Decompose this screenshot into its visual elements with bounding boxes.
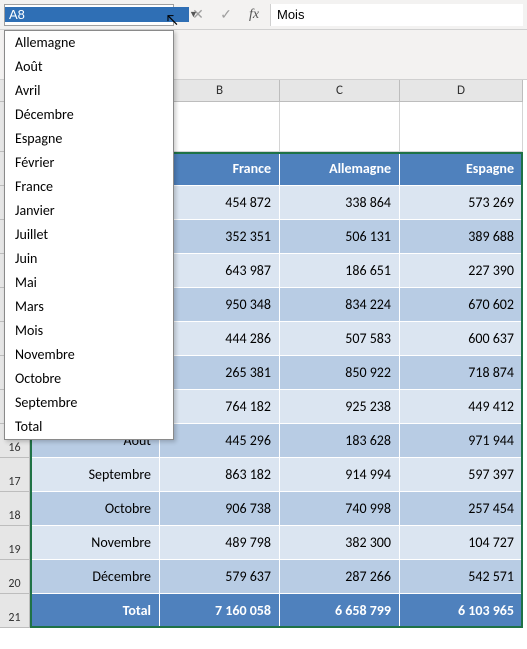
cell[interactable]: 764 182 xyxy=(160,390,280,424)
cell[interactable]: 597 397 xyxy=(400,458,523,492)
cell[interactable]: Allemagne xyxy=(280,152,400,186)
cell[interactable]: 925 238 xyxy=(280,390,400,424)
cell[interactable]: France xyxy=(160,152,280,186)
dropdown-item[interactable]: Janvier xyxy=(5,199,173,223)
row-header[interactable]: 21 xyxy=(0,594,30,628)
cell[interactable]: Septembre xyxy=(30,458,160,492)
name-box-dropdown-arrow[interactable]: ▼ xyxy=(189,9,198,20)
row-header[interactable]: 20 xyxy=(0,560,30,594)
dropdown-item[interactable]: Mois xyxy=(5,319,173,343)
cell[interactable]: 183 628 xyxy=(280,424,400,458)
dropdown-item[interactable]: Allemagne xyxy=(5,31,173,55)
formula-confirm-button: ✓ xyxy=(218,6,234,23)
cell[interactable] xyxy=(160,102,280,152)
cell[interactable]: 6 103 965 xyxy=(400,594,523,628)
cell[interactable]: 950 348 xyxy=(160,288,280,322)
cell[interactable]: 573 269 xyxy=(400,186,523,220)
dropdown-item[interactable]: Mai xyxy=(5,271,173,295)
fx-button[interactable]: fx xyxy=(246,7,262,23)
dropdown-item[interactable]: Avril xyxy=(5,79,173,103)
cell[interactable]: 906 738 xyxy=(160,492,280,526)
cell[interactable]: 265 381 xyxy=(160,356,280,390)
cell[interactable]: 104 727 xyxy=(400,526,523,560)
name-box-input[interactable] xyxy=(5,7,189,22)
cell[interactable] xyxy=(400,102,523,152)
table-row: 19Novembre489 798382 300104 727 xyxy=(0,526,527,560)
formula-bar-input[interactable] xyxy=(270,4,523,26)
cell[interactable]: 670 602 xyxy=(400,288,523,322)
dropdown-item[interactable]: Octobre xyxy=(5,367,173,391)
cell[interactable]: 257 454 xyxy=(400,492,523,526)
cell[interactable]: 489 798 xyxy=(160,526,280,560)
col-header-c[interactable]: C xyxy=(280,80,400,102)
dropdown-item[interactable]: Mars xyxy=(5,295,173,319)
cell[interactable] xyxy=(280,102,400,152)
col-header-b[interactable]: B xyxy=(160,80,280,102)
cell[interactable]: 445 296 xyxy=(160,424,280,458)
dropdown-item[interactable]: Juin xyxy=(5,247,173,271)
cell[interactable]: 227 390 xyxy=(400,254,523,288)
cell[interactable]: 850 922 xyxy=(280,356,400,390)
cell[interactable]: 454 872 xyxy=(160,186,280,220)
row-header[interactable]: 17 xyxy=(0,458,30,492)
cell[interactable]: 643 987 xyxy=(160,254,280,288)
cell[interactable]: 579 637 xyxy=(160,560,280,594)
cell[interactable]: Total xyxy=(30,594,160,628)
cell[interactable]: 506 131 xyxy=(280,220,400,254)
cell[interactable]: 834 224 xyxy=(280,288,400,322)
table-row: 21Total7 160 0586 658 7996 103 965 xyxy=(0,594,527,628)
cell[interactable]: 338 864 xyxy=(280,186,400,220)
cell[interactable]: 542 571 xyxy=(400,560,523,594)
cell[interactable]: 600 637 xyxy=(400,322,523,356)
dropdown-item[interactable]: Novembre xyxy=(5,343,173,367)
cell[interactable]: 352 351 xyxy=(160,220,280,254)
dropdown-item[interactable]: Août xyxy=(5,55,173,79)
cell[interactable]: 382 300 xyxy=(280,526,400,560)
table-row: 20Décembre579 637287 266542 571 xyxy=(0,560,527,594)
cell[interactable]: 914 994 xyxy=(280,458,400,492)
cell[interactable]: 971 944 xyxy=(400,424,523,458)
cell[interactable]: Octobre xyxy=(30,492,160,526)
cell[interactable]: 718 874 xyxy=(400,356,523,390)
table-row: 18Octobre906 738740 998257 454 xyxy=(0,492,527,526)
cell[interactable]: Décembre xyxy=(30,560,160,594)
cell[interactable]: 7 160 058 xyxy=(160,594,280,628)
dropdown-item[interactable]: Décembre xyxy=(5,103,173,127)
cell[interactable]: 863 182 xyxy=(160,458,280,492)
cell[interactable]: 449 412 xyxy=(400,390,523,424)
dropdown-item[interactable]: Total xyxy=(5,415,173,439)
dropdown-item[interactable]: Septembre xyxy=(5,391,173,415)
row-header[interactable]: 18 xyxy=(0,492,30,526)
cell[interactable]: Novembre xyxy=(30,526,160,560)
cell[interactable]: 740 998 xyxy=(280,492,400,526)
cell[interactable]: 186 651 xyxy=(280,254,400,288)
cell[interactable]: Espagne xyxy=(400,152,523,186)
col-header-d[interactable]: D xyxy=(400,80,523,102)
cell[interactable]: 507 583 xyxy=(280,322,400,356)
cell[interactable]: 6 658 799 xyxy=(280,594,400,628)
dropdown-item[interactable]: Espagne xyxy=(5,127,173,151)
dropdown-item[interactable]: France xyxy=(5,175,173,199)
row-header[interactable]: 19 xyxy=(0,526,30,560)
dropdown-item[interactable]: Février xyxy=(5,151,173,175)
cell[interactable]: 287 266 xyxy=(280,560,400,594)
cell[interactable]: 389 688 xyxy=(400,220,523,254)
name-box[interactable]: ▼ xyxy=(4,4,174,26)
dropdown-item[interactable]: Juillet xyxy=(5,223,173,247)
cell[interactable]: 444 286 xyxy=(160,322,280,356)
table-row: 17Septembre863 182914 994597 397 xyxy=(0,458,527,492)
name-box-dropdown[interactable]: AllemagneAoûtAvrilDécembreEspagneFévrier… xyxy=(4,30,174,440)
